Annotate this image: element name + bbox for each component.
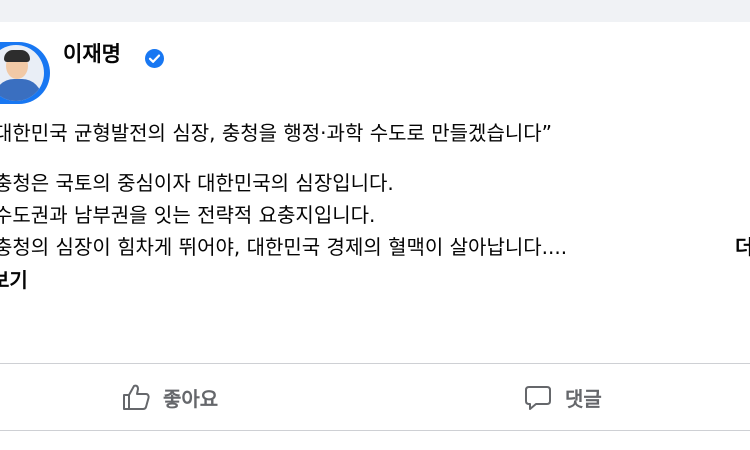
comment-label: 댓글 <box>565 386 602 411</box>
verified-badge-icon <box>145 49 164 68</box>
post-text-line-1: 대한민국 균형발전의 심장, 충청을 행정·과학 수도로 만들겠습니다” <box>0 121 553 145</box>
page-background-band <box>0 0 750 22</box>
see-more-link[interactable]: 더 <box>735 235 750 259</box>
post-text-line-4: 충청의 심장이 힘차게 뛰어야, 대한민국 경제의 혈맥이 살아납니다.... <box>0 235 568 259</box>
like-button[interactable]: 좋아요 <box>121 373 218 421</box>
see-more-link-continuation[interactable]: 보기 <box>0 268 28 292</box>
comment-button[interactable]: 댓글 <box>523 373 602 421</box>
post-text-line-3: 수도권과 남부권을 잇는 전략적 요충지입니다. <box>0 203 376 227</box>
actions-bottom-divider <box>0 430 750 431</box>
actions-top-divider <box>0 363 750 364</box>
author-name[interactable]: 이재명 <box>63 40 121 68</box>
speech-bubble-icon <box>523 382 553 412</box>
avatar-body-shape <box>0 79 42 101</box>
thumbs-up-icon <box>121 382 151 412</box>
avatar-hair-shape <box>4 50 30 62</box>
like-label: 좋아요 <box>163 386 219 411</box>
post-text-line-2: 충청은 국토의 중심이자 대한민국의 심장입니다. <box>0 171 394 195</box>
avatar-photo <box>0 45 44 101</box>
